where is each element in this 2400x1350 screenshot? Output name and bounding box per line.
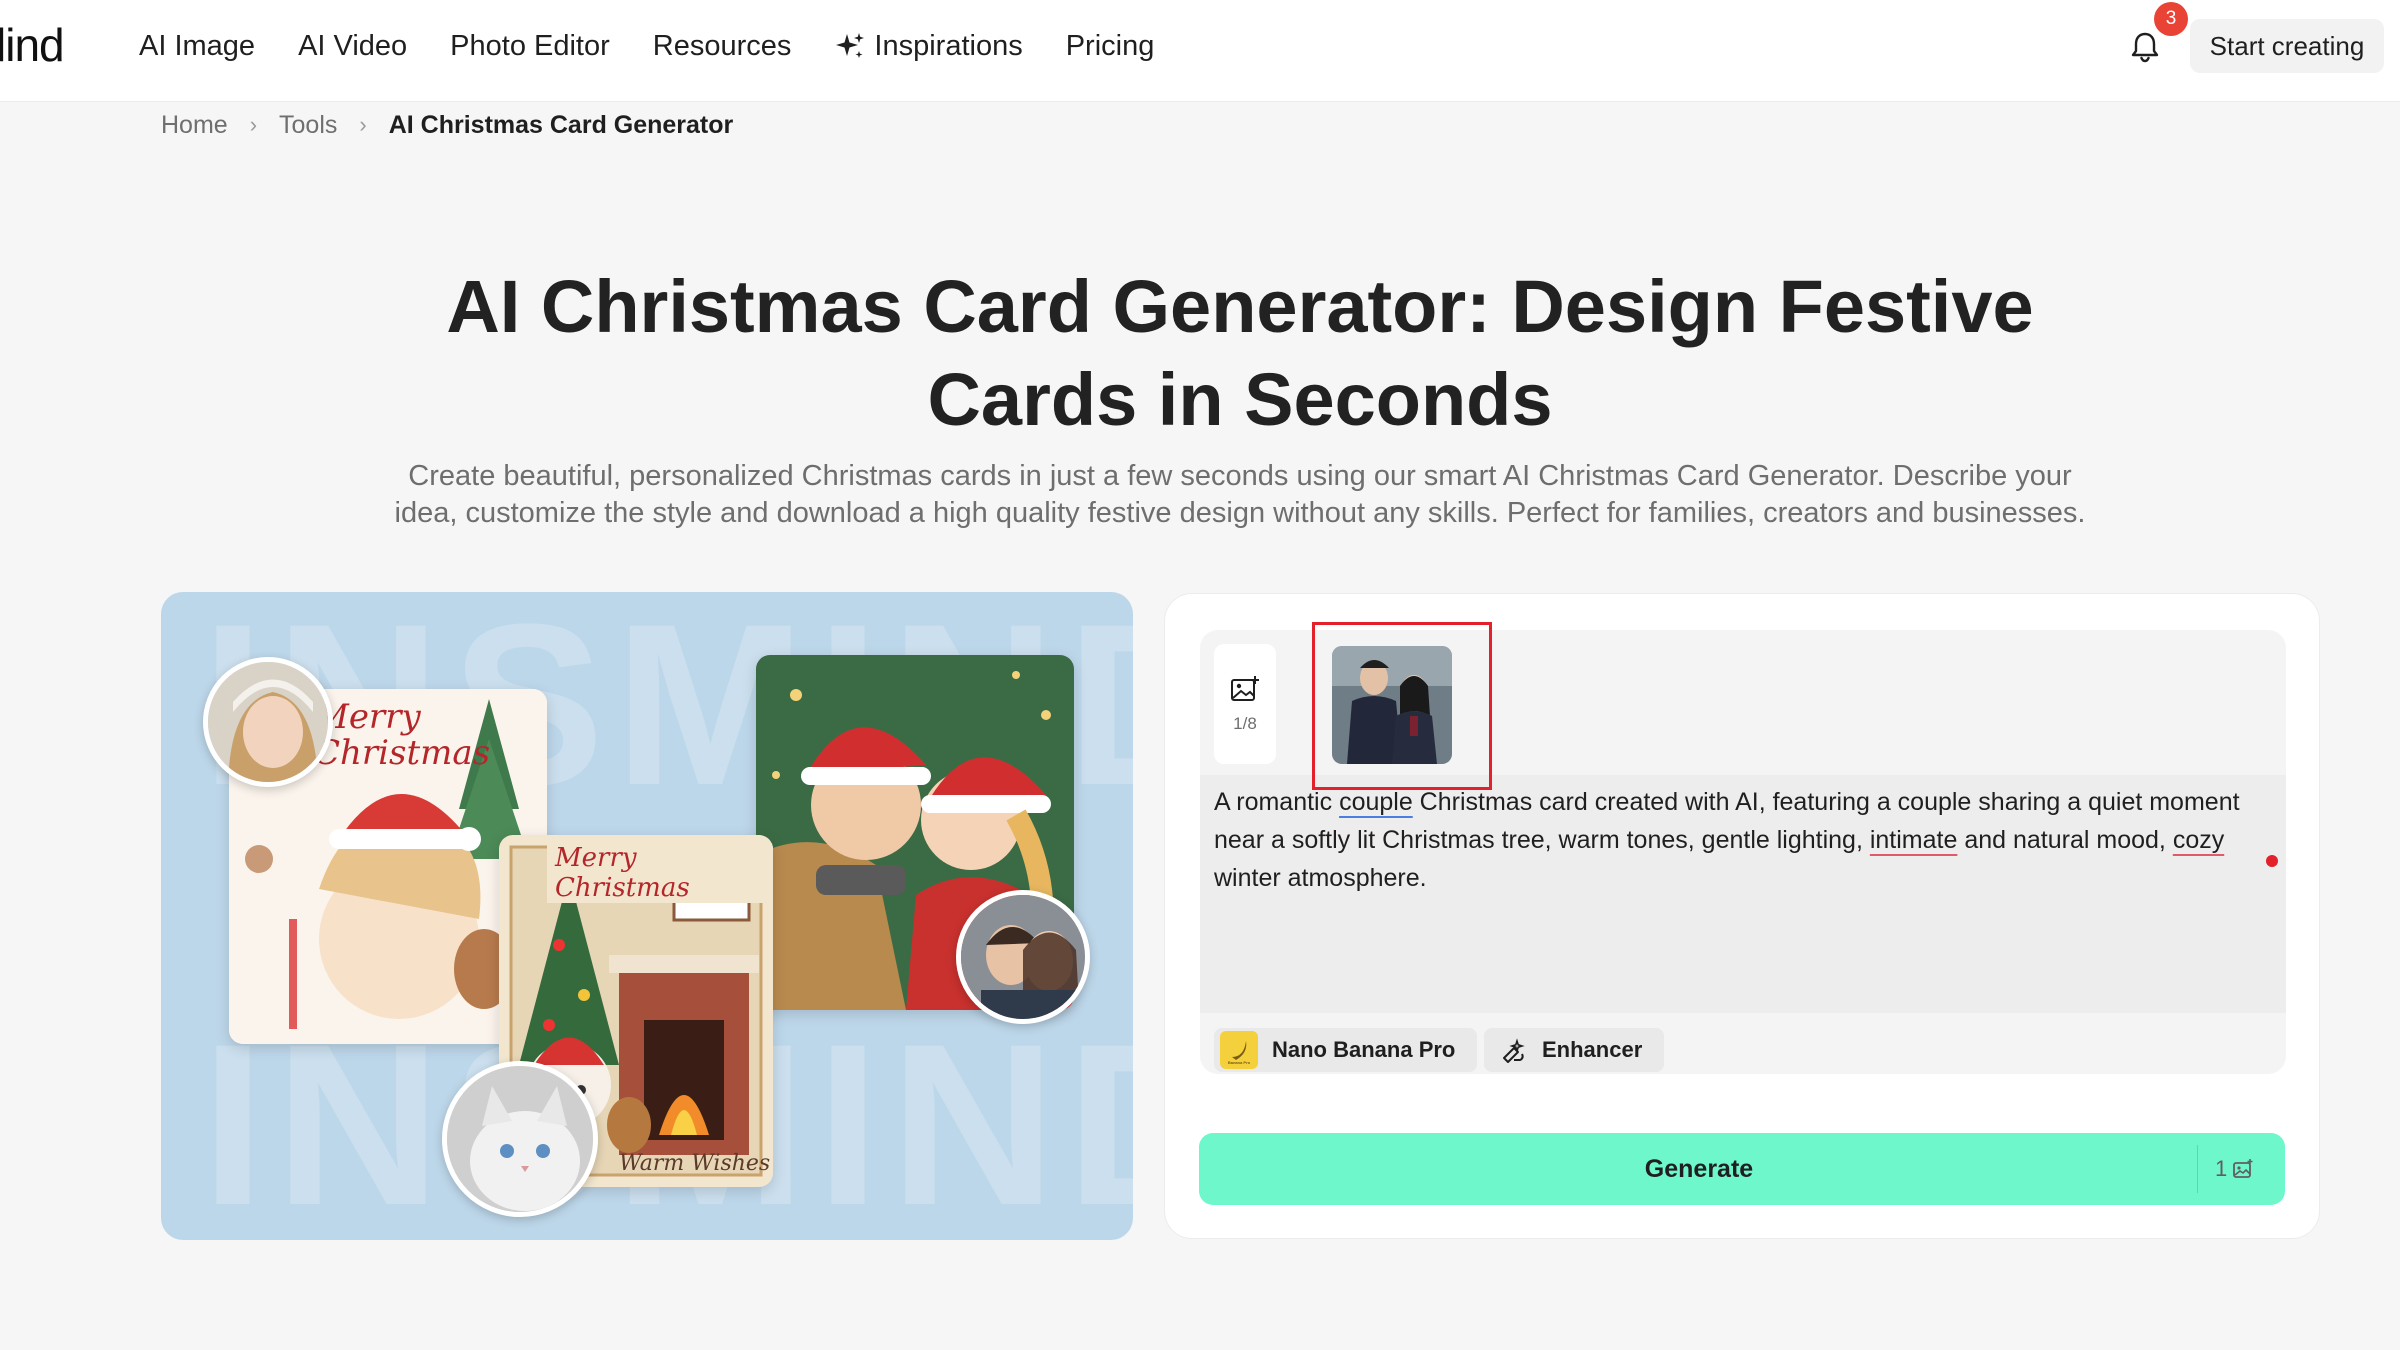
logo[interactable]: lind [0,18,65,72]
nav-ai-video[interactable]: AI Video [298,26,407,66]
main-nav: AI Image AI Video Photo Editor Resources… [139,26,1197,66]
nav-label: AI Image [139,29,256,62]
enhancer-icon [1503,1038,1525,1063]
prompt-text: A romantic [1214,788,1340,816]
nav-label: Inspirations [874,29,1023,62]
credit-icon [2233,1159,2253,1178]
nav-inspirations[interactable]: Inspirations [834,26,1023,66]
banana-icon: Banana Pro [1220,1031,1258,1069]
page-subtitle: Create beautiful, personalized Christmas… [340,458,2140,532]
prompt-textarea[interactable]: A romantic couple Christmas card created… [1200,775,2286,1013]
nav-label: Pricing [1065,29,1155,62]
chevron-right-icon: › [359,112,367,137]
bell-icon[interactable] [2128,30,2162,64]
breadcrumb-tools[interactable]: Tools [279,111,337,140]
start-creating-button[interactable]: Start creating [2190,19,2384,73]
avatar-woman [203,657,333,787]
page-title: AI Christmas Card Generator: Design Fest… [300,260,2180,446]
notification-badge: 3 [2154,2,2188,36]
svg-text:Banana Pro: Banana Pro [1228,1060,1251,1065]
title-line-2: Cards in Seconds [927,358,1553,441]
card-signoff: Warm Wishes [619,1151,771,1176]
nav-ai-image[interactable]: AI Image [139,26,255,66]
nav-label: Photo Editor [450,29,610,62]
showcase-image: INSMIND INSMIND Merry Christmas [161,592,1133,1240]
sparkle-icon [836,33,865,58]
nav-photo-editor[interactable]: Photo Editor [450,26,610,66]
nav-label: Resources [652,29,792,62]
card-greeting: Merry Christmas [314,697,491,773]
image-upload-icon [1231,676,1259,701]
model-selector[interactable]: Banana Pro Nano Banana Pro [1214,1028,1478,1072]
banana-glyph: Banana Pro [1228,1041,1251,1065]
generate-button[interactable]: Generate 1 [1199,1133,2285,1205]
top-navbar: lind AI Image AI Video Photo Editor Reso… [0,0,2400,102]
credit-cost: 1 [2215,1133,2255,1205]
nav-resources[interactable]: Resources [653,26,792,66]
subtitle-line-1: Create beautiful, personalized Christmas… [408,460,2072,492]
status-dot [2266,855,2278,867]
nav-label: AI Video [298,29,408,62]
breadcrumb-home[interactable]: Home [161,111,228,140]
card-greeting: Merry Christmas [547,843,773,903]
prompt-word-couple: couple [1339,788,1413,816]
model-label: Nano Banana Pro [1272,1037,1456,1062]
avatar-cat [442,1061,598,1217]
selection-highlight [1312,622,1492,790]
prompt-text: winter atmosphere. [1214,864,1427,892]
credit-value: 1 [2215,1156,2228,1181]
subtitle-line-2: idea, customize the style and download a… [394,497,2086,529]
upload-image-button[interactable]: 1/8 [1214,644,1276,764]
enhancer-button[interactable]: Enhancer [1484,1028,1665,1072]
prompt-word-cozy: cozy [2172,826,2225,854]
prompt-word-intimate: intimate [1869,826,1958,854]
avatar-couple [956,890,1090,1024]
breadcrumb: Home › Tools › AI Christmas Card Generat… [161,108,733,142]
chevron-right-icon: › [249,112,258,137]
divider [2197,1145,2198,1193]
generate-label: Generate [1644,1155,1754,1183]
upload-count: 1/8 [1233,714,1257,733]
nav-pricing[interactable]: Pricing [1066,26,1155,66]
enhancer-label: Enhancer [1542,1037,1643,1062]
title-line-1: AI Christmas Card Generator: Design Fest… [446,265,2034,348]
breadcrumb-current: AI Christmas Card Generator [388,110,734,139]
prompt-text: and natural mood, [1957,826,2173,854]
